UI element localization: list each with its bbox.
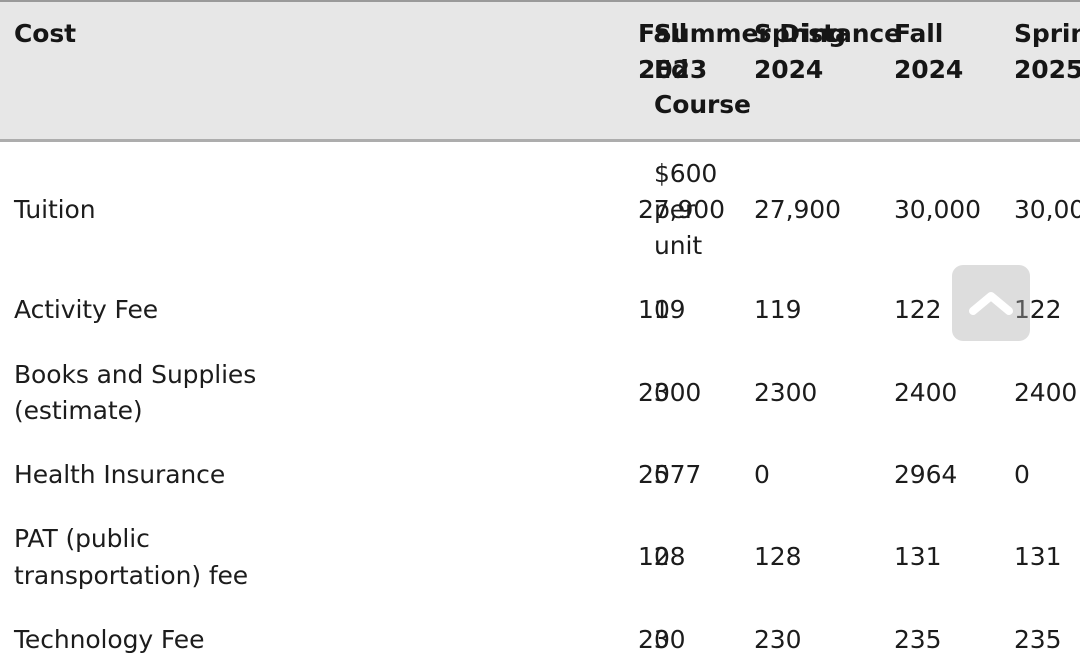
column-header-cost: Cost	[0, 0, 330, 142]
cell-fall-2024: 2964	[894, 460, 958, 489]
cost-comparison-table: Cost Summer Distance Ed Course Fall 2023…	[0, 0, 1080, 672]
cell-cost: Health Insurance	[14, 460, 226, 489]
cell-spring-2025: 2400	[1014, 377, 1078, 407]
cell-fall-2023: 128	[638, 542, 686, 572]
column-header-fall-2023-line2: 2023	[638, 54, 708, 84]
column-header-fall-2024-line1: Fall	[894, 19, 944, 48]
column-header-spring-2024-line2: 2024	[754, 54, 824, 84]
cell-fall-2024: 235	[894, 624, 942, 654]
cell-fall-2023: 2300	[638, 377, 702, 407]
cell-summer: 0	[654, 377, 670, 407]
cell-spring-2024: 119	[754, 295, 802, 325]
chevron-up-icon	[968, 288, 1014, 318]
cell-spring-2025: 30,000	[1014, 194, 1080, 224]
cell-spring-2024: 0	[754, 460, 770, 489]
cell-cost: Technology Fee	[14, 624, 205, 654]
table-row: Tuition $600 per unit 27,900 27,900 30,0…	[0, 140, 1080, 278]
cell-summer: 0	[654, 460, 670, 489]
table-row: Books and Supplies (estimate) 0 2300 230…	[0, 343, 1080, 444]
table-header-row: Cost Summer Distance Ed Course Fall 2023…	[0, 0, 1080, 142]
cell-cost: PAT (public transportation) fee	[14, 524, 249, 590]
column-header-summer-line2: Course	[654, 90, 751, 119]
cell-cost: Tuition	[14, 194, 96, 224]
cell-summer: $600 per unit	[654, 158, 718, 261]
column-header-cost-line1: Cost	[14, 19, 76, 48]
cell-cost: Books and Supplies (estimate)	[14, 359, 257, 425]
cell-fall-2023: 230	[638, 624, 686, 654]
cell-spring-2024: 128	[754, 542, 802, 572]
cell-spring-2024: 27,900	[754, 194, 841, 224]
column-header-fall-2024: Fall 2024	[894, 0, 1014, 142]
table-header: Cost Summer Distance Ed Course Fall 2023…	[0, 0, 1080, 142]
table-row: Technology Fee 0 230 230 235 235	[0, 608, 1080, 672]
cost-table-container: Cost Summer Distance Ed Course Fall 2023…	[0, 0, 1080, 654]
cell-summer: 0	[654, 624, 670, 654]
cell-fall-2023: 119	[638, 295, 686, 325]
table-row: PAT (public transportation) fee 0 128 12…	[0, 507, 1080, 608]
cell-spring-2024: 230	[754, 624, 802, 654]
cell-cost: Activity Fee	[14, 295, 159, 325]
table-body: Tuition $600 per unit 27,900 27,900 30,0…	[0, 140, 1080, 672]
scroll-to-top-button[interactable]	[952, 265, 1030, 341]
cell-spring-2025: 235	[1014, 624, 1062, 654]
column-header-summer-distance-ed-course: Summer Distance Ed Course	[330, 0, 901, 142]
cell-fall-2024: 30,000	[894, 194, 981, 224]
column-header-spring-2025-line1: Spring	[1014, 19, 1080, 48]
cell-fall-2024: 131	[894, 542, 942, 572]
column-header-spring-2024-line1: Spring	[754, 19, 846, 48]
table-row: Health Insurance 0 2577 0 2964 0	[0, 443, 1080, 507]
cell-fall-2023: 2577	[638, 460, 702, 489]
cell-spring-2025: 0	[1014, 460, 1030, 489]
column-header-spring-2025: Spring 2025	[1014, 0, 1080, 142]
column-header-fall-2023-line1: Fall	[638, 19, 688, 48]
table-row: Activity Fee 0 119 119 122 122	[0, 278, 1080, 342]
cell-spring-2025: 131	[1014, 542, 1062, 572]
cell-spring-2024: 2300	[754, 377, 818, 407]
column-header-fall-2024-line2: 2024	[894, 54, 964, 84]
cell-fall-2024: 2400	[894, 377, 958, 407]
cell-summer: 0	[654, 295, 670, 325]
column-header-spring-2025-line2: 2025	[1014, 54, 1080, 84]
cell-summer: 0	[654, 542, 670, 572]
